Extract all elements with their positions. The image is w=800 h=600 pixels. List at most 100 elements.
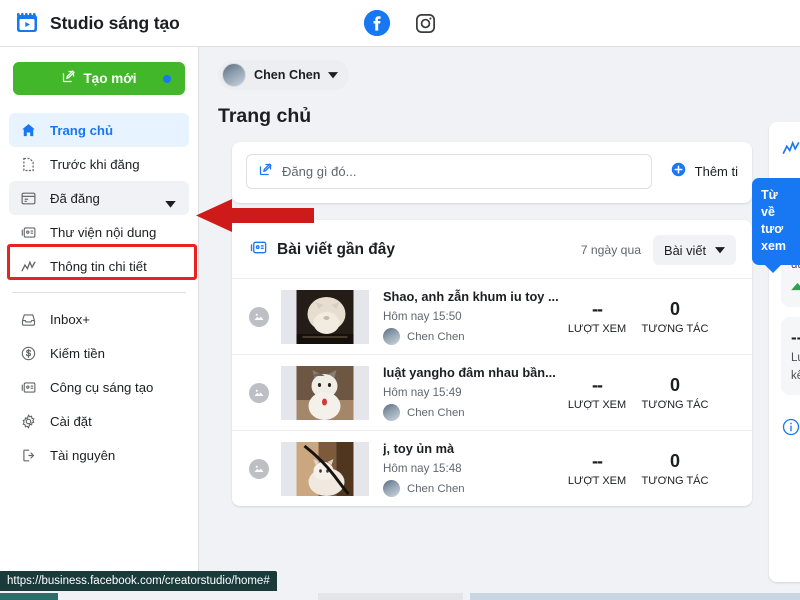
insights-card-line1: Lư [791, 352, 800, 364]
metric-label: TƯƠNG TÁC [641, 474, 709, 487]
metric-value: -- [592, 298, 603, 319]
app-root: Studio sáng tạo Tạo mới Trang chủ Trước … [0, 0, 800, 600]
sidebar-divider [12, 292, 186, 293]
sidebar-item-cai-dat[interactable]: Cài đặt [9, 404, 189, 438]
tooltip-line: Từ [761, 188, 778, 202]
table-row[interactable]: luật yangho đâm nhau bần... Hôm nay 15:4… [232, 354, 752, 430]
metric-views: -- LƯỢT XEM [558, 451, 636, 487]
post-timestamp: Hôm nay 15:50 [383, 310, 462, 323]
content-library-icon [20, 224, 37, 241]
add-story-label: Thêm ti [694, 164, 738, 179]
sidebar-item-label: Thư viện nội dung [50, 224, 157, 240]
add-story-button[interactable]: Thêm ti [662, 154, 738, 189]
tooltip-line: xem [761, 239, 787, 253]
composer-placeholder: Đăng gì đó... [282, 164, 357, 179]
taskbar-segment [0, 593, 58, 600]
metric-label: LƯỢT XEM [567, 474, 627, 487]
metric-label: LƯỢT XEM [567, 398, 627, 411]
tooltip-line: về [761, 205, 775, 219]
gear-icon [20, 413, 37, 430]
composer-input[interactable]: Đăng gì đó... [246, 154, 652, 189]
table-row[interactable]: Shao, anh zẫn khum iu toy ... Hôm nay 15… [232, 278, 752, 354]
sidebar-item-label: Công cụ sáng tạo [50, 379, 154, 395]
home-icon [20, 122, 37, 139]
draft-page-icon [20, 156, 37, 173]
avatar [383, 404, 400, 421]
taskbar-segment [318, 593, 463, 600]
facebook-icon[interactable] [363, 10, 390, 36]
info-circle-icon[interactable] [781, 417, 800, 442]
page-selector-name: Chen Chen [254, 68, 321, 82]
date-range-label: 7 ngày qua [580, 243, 642, 257]
post-type-filter-label: Bài viết [664, 242, 706, 258]
chevron-down-icon [715, 241, 725, 259]
post-author: Chen Chen [383, 328, 558, 345]
creator-studio-icon [15, 11, 39, 35]
post-author-name: Chen Chen [407, 482, 465, 495]
inbox-icon [20, 311, 37, 328]
top-bar: Studio sáng tạo [0, 0, 800, 47]
creative-tools-icon [20, 379, 37, 396]
sidebar-item-trang-chu[interactable]: Trang chủ [9, 113, 189, 147]
create-new-button[interactable]: Tạo mới [13, 62, 185, 95]
post-thumbnail [281, 365, 369, 420]
insights-chart-icon [781, 140, 800, 162]
metric-views: -- LƯỢT XEM [558, 299, 636, 335]
tooltip-tail [764, 264, 782, 273]
post-thumbnail [281, 289, 369, 344]
status-bar-url-text: https://business.facebook.com/creatorstu… [7, 575, 270, 587]
brand[interactable]: Studio sáng tạo [0, 11, 180, 35]
metric-views: -- LƯỢT XEM [558, 375, 636, 411]
status-bar-url: https://business.facebook.com/creatorstu… [0, 571, 277, 591]
posted-window-icon [20, 190, 37, 207]
page-title: Trang chủ [218, 105, 312, 127]
post-title: j, toy ủn mà [383, 441, 455, 456]
metric-value: -- [592, 374, 603, 395]
content-library-icon [249, 238, 268, 262]
sidebar-item-da-dang[interactable]: Đã đăng [9, 181, 189, 215]
avatar [222, 63, 246, 87]
onboarding-tooltip: Từ về tươ xem [752, 178, 800, 273]
sidebar-item-thu-vien-noi-dung[interactable]: Thư viện nội dung [9, 215, 189, 249]
metric-value: 0 [669, 298, 680, 319]
post-timestamp: Hôm nay 15:49 [383, 386, 462, 399]
table-row[interactable]: j, toy ủn mà Hôm nay 15:48 Chen Chen -- … [232, 430, 752, 506]
sidebar-item-thong-tin-chi-tiet[interactable]: Thông tin chi tiết [9, 249, 189, 283]
sidebar-secondary-nav: Inbox+ Kiếm tiền Công cụ sáng tạo Cài đặ… [0, 302, 198, 472]
page-selector[interactable]: Chen Chen [218, 60, 350, 90]
avatar [383, 328, 400, 345]
sidebar-item-label: Tài nguyên [50, 447, 116, 463]
sidebar-item-truoc-khi-dang[interactable]: Trước khi đăng [9, 147, 189, 181]
photo-icon [249, 458, 269, 479]
post-type-filter[interactable]: Bài viết [653, 235, 736, 265]
sidebar-item-cong-cu-sang-tao[interactable]: Công cụ sáng tạo [9, 370, 189, 404]
plus-circle-icon [670, 161, 687, 183]
post-timestamp: Hôm nay 15:48 [383, 462, 462, 475]
instagram-icon[interactable] [414, 12, 437, 35]
post-author-name: Chen Chen [407, 406, 465, 419]
compose-icon [258, 162, 273, 182]
sidebar-item-kiem-tien[interactable]: Kiếm tiền [9, 336, 189, 370]
create-badge-dot [163, 75, 171, 83]
metric-value: -- [592, 450, 603, 471]
chevron-down-icon [328, 66, 339, 84]
post-title: Shao, anh zẫn khum iu toy ... [383, 289, 558, 304]
post-thumbnail [281, 441, 369, 496]
sidebar-primary-nav: Trang chủ Trước khi đăng Đã đăng Thư việ… [0, 113, 198, 283]
insights-card-value: -- [791, 328, 800, 347]
sidebar-item-label: Đã đăng [50, 190, 100, 206]
metric-value: 0 [669, 450, 680, 471]
sidebar-item-label: Trang chủ [50, 122, 114, 138]
sidebar-item-tai-nguyen[interactable]: Tài nguyên [9, 438, 189, 472]
chevron-down-icon[interactable] [165, 195, 176, 213]
sidebar-item-inbox[interactable]: Inbox+ [9, 302, 189, 336]
tooltip-line: tươ [761, 222, 784, 236]
post-author: Chen Chen [383, 404, 558, 421]
photo-icon [249, 306, 269, 327]
sidebar: Tạo mới Trang chủ Trước khi đăng Đã đăng… [0, 47, 199, 600]
insights-card: -- Lư kê [781, 317, 800, 395]
recent-posts-card: Bài viết gần đây 7 ngày qua Bài viết Sha… [232, 220, 752, 506]
taskbar-segment [470, 593, 800, 600]
metric-label: TƯƠNG TÁC [641, 398, 709, 411]
post-author: Chen Chen [383, 480, 558, 497]
